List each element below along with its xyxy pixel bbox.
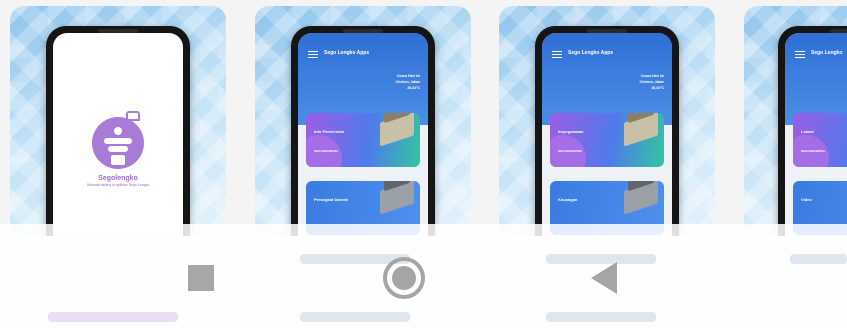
- app-bar: Sego Lengko Apps Cuaca Hari Ini Cirebon,…: [298, 33, 428, 125]
- office-illustration-icon: [624, 181, 658, 215]
- back-triangle-icon[interactable]: [591, 262, 617, 294]
- splash-tagline: Selamat datang di aplikasi Sego Lengko: [86, 183, 150, 187]
- screenshot-card-splash[interactable]: Segolengko Selamat datang di aplikasi Se…: [10, 6, 226, 236]
- app-title: Sego Lengko Apps: [324, 50, 370, 56]
- app-screen: Sego Lengko Apps Cuaca Hari Ini Cirebon,…: [542, 33, 672, 236]
- crown-icon: [126, 111, 140, 121]
- phone-frame: Sego Lengko Lokasi SEGOSERBIPRA Video: [778, 26, 847, 236]
- office-illustration-icon: [380, 181, 414, 215]
- menu-tile-lokasi[interactable]: Lokasi SEGOSERBIPRA: [793, 113, 847, 167]
- splash-screen: Segolengko Selamat datang di aplikasi Se…: [53, 33, 183, 236]
- screenshot-card-kepegawaian[interactable]: Sego Lengko Apps Cuaca Hari Ini Cirebon,…: [499, 6, 715, 236]
- screenshot-card-home[interactable]: Sego Lengko Apps Cuaca Hari Ini Cirebon,…: [255, 6, 471, 236]
- app-screen: Sego Lengko Lokasi SEGOSERBIPRA Video: [785, 33, 847, 236]
- menu-tile-info-pemerintah[interactable]: Info Pemerintah SEGOSERBIPRA: [306, 113, 420, 167]
- home-circle-icon[interactable]: [383, 257, 425, 299]
- building-illustration-icon: [380, 113, 414, 147]
- phone-frame: Sego Lengko Apps Cuaca Hari Ini Cirebon,…: [291, 26, 435, 236]
- phone-frame: Segolengko Selamat datang di aplikasi Se…: [46, 26, 190, 236]
- hamburger-menu-icon[interactable]: [308, 51, 318, 58]
- recents-square-icon[interactable]: [188, 265, 214, 291]
- screenshot-card-lokasi[interactable]: Sego Lengko Lokasi SEGOSERBIPRA Video: [744, 6, 847, 236]
- app-bar: Sego Lengko: [785, 33, 847, 125]
- screenshot-strip: Segolengko Selamat datang di aplikasi Se…: [0, 0, 847, 328]
- weather-info: Cuaca Hari Ini Cirebon, Jabar 26,34°C: [395, 74, 420, 90]
- menu-tile-kepegawaian[interactable]: Kepegawaian SEGOSERBIPRA: [550, 113, 664, 167]
- app-title: Sego Lengko: [811, 50, 843, 56]
- splash-brand: Segolengko: [98, 175, 138, 182]
- weather-info: Cuaca Hari Ini Cirebon, Jabar 26,34°C: [639, 74, 664, 90]
- building-illustration-icon: [624, 113, 658, 147]
- hamburger-menu-icon[interactable]: [795, 51, 805, 58]
- hamburger-menu-icon[interactable]: [552, 51, 562, 58]
- app-screen: Sego Lengko Apps Cuaca Hari Ini Cirebon,…: [298, 33, 428, 236]
- app-bar: Sego Lengko Apps Cuaca Hari Ini Cirebon,…: [542, 33, 672, 125]
- lightbulb-logo-icon: [92, 111, 144, 169]
- app-title: Sego Lengko Apps: [568, 50, 614, 56]
- phone-frame: Sego Lengko Apps Cuaca Hari Ini Cirebon,…: [535, 26, 679, 236]
